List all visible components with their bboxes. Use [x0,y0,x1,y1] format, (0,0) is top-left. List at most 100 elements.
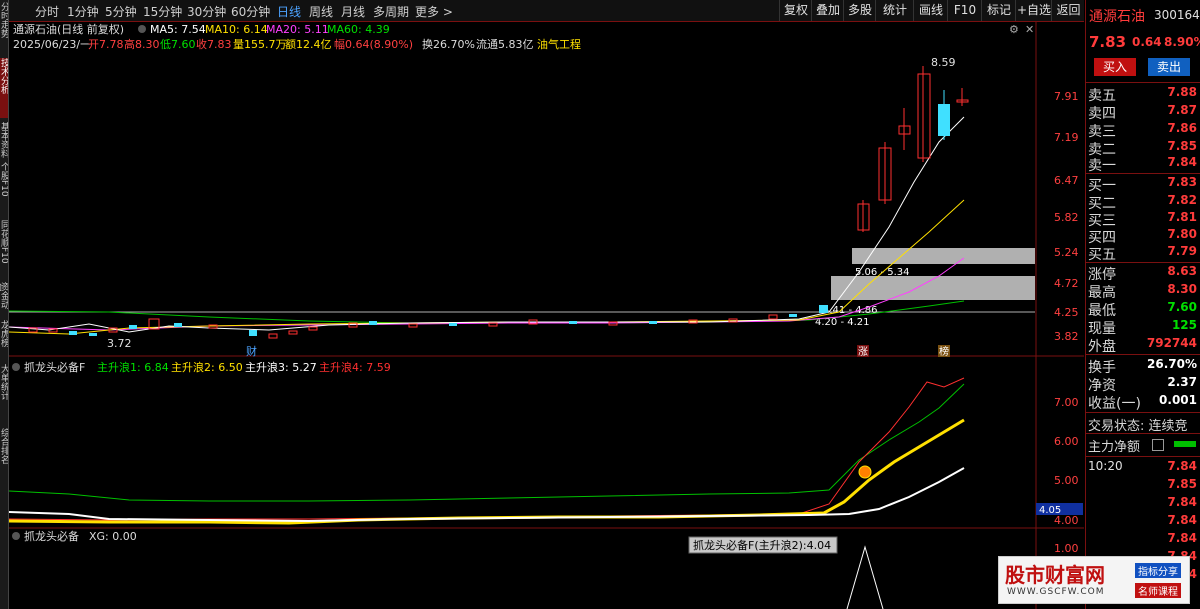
left-tab-strip: 分时走势 技术分析 基本资料 个股F10 同花顺F10 资金动向 龙虎榜 大单统… [0,0,9,609]
info-change: 幅0.64(8.90%) [334,38,413,51]
y-tick: 6.00 [1054,435,1079,448]
marker-cai[interactable]: 财 [246,344,257,358]
stat-row: 外盘 792744 [1088,336,1197,355]
period-15min[interactable]: 15分钟 [143,3,182,20]
y-tick: 7.91 [1054,90,1079,103]
tab-3[interactable]: 个股F10 [0,162,8,216]
info-open: 开7.78 [88,38,124,51]
stat-row: 涨停 8.63 [1088,264,1197,283]
ask-row: 卖三 7.86 [1088,121,1197,140]
tab-6[interactable]: 龙虎榜 [0,320,8,360]
period-30min[interactable]: 30分钟 [187,3,226,20]
y-tick: 7.19 [1054,131,1079,144]
marker-zhang[interactable]: 涨 [858,346,868,358]
tab-0[interactable]: 分时走势 [0,2,8,54]
buy-button[interactable]: 买入 [1094,58,1136,76]
watermark-logo: 股市财富网 WWW.GSCFW.COM 指标分享 名师课程 [998,556,1190,604]
info-low: 低7.60 [160,38,196,51]
y-tick: 7.00 [1054,396,1079,409]
stats-button[interactable]: 统计 [875,0,914,21]
draw-line-button[interactable]: 画线 [913,0,948,21]
period-monthly[interactable]: 月线 [341,3,365,20]
tab-2[interactable]: 基本资料 [0,122,8,158]
watermark-tag1: 指标分享 [1135,563,1181,578]
period-toolbar: 分时 1分钟 5分钟 15分钟 30分钟 60分钟 日线 周线 月线 多周期 更… [9,0,1084,22]
ind1-line-green [9,383,965,502]
back-button[interactable]: 返回 [1051,0,1085,21]
list-icon[interactable] [1152,439,1164,451]
f10-button[interactable]: F10 [947,0,982,21]
info-high: 高8.30 [124,37,160,51]
candles-rally [857,66,969,232]
info-close: 收7.83 [196,37,232,51]
period-fenshi[interactable]: 分时 [35,3,59,20]
high-label: 8.59 [931,56,956,69]
signal-dot-icon[interactable] [858,465,872,479]
quote-panel: 通源石油 300164 7.83 0.64 8.90% 买入 卖出 卖五7.88… [1085,0,1200,609]
sell-button[interactable]: 卖出 [1148,58,1190,76]
y-tick: 5.00 [1054,474,1079,487]
period-daily[interactable]: 日线 [277,3,301,20]
info-sector[interactable]: 油气工程 [537,37,581,51]
last-price: 7.83 [1089,33,1127,51]
ind2-toggle-icon[interactable] [12,532,20,540]
info-date: 2025/06/23/一 [13,38,91,51]
stock-code: 300164 [1154,8,1200,22]
price-change: 0.64 [1132,35,1162,49]
net-flow-bar [1174,441,1196,447]
ma20-label: MA20: 5.11 [266,23,329,36]
trade-state: 交易状态: 连续竞 [1088,419,1188,434]
mark-button[interactable]: 标记 [981,0,1016,21]
tab-7[interactable]: 大单统计 [0,364,8,424]
stat2-row: 净资 2.37 [1088,375,1197,394]
ind1-name: 抓龙头必备F [24,360,85,374]
ask-row: 卖一 7.84 [1088,155,1197,174]
stock-name: 通源石油 [1089,9,1145,25]
period-1min[interactable]: 1分钟 [67,3,99,20]
period-multi[interactable]: 多周期 [373,3,409,20]
bid-row: 买五 7.79 [1088,244,1197,263]
ind1-l3: 主升浪3: 5.27 [245,360,317,374]
settings-gear-icon[interactable]: ⚙ [1009,23,1019,36]
tab-5[interactable]: 资金动向 [0,282,8,316]
tick-row: 7.84 [1167,495,1197,509]
period-5min[interactable]: 5分钟 [105,3,137,20]
overlay-button[interactable]: 叠加 [811,0,844,21]
tick-row: 7.84 [1167,531,1197,545]
price-pct: 8.90% [1164,35,1200,49]
kline-chart-area[interactable]: 通源石油(日线 前复权) MA5: 7.54 MA10: 6.14 MA20: … [9,22,1084,609]
y-tick: 6.47 [1054,174,1079,187]
tick-row: 7.84 [1167,459,1197,473]
ind2-tooltip-text: 抓龙头必备F(主升浪2):4.04 [693,538,831,552]
tab-1[interactable]: 技术分析 [0,58,8,118]
period-weekly[interactable]: 周线 [309,3,333,20]
ma60-label: MA60: 4.39 [327,23,390,36]
fuquan-button[interactable]: 复权 [779,0,812,21]
main-chart-title: 通源石油(日线 前复权) [13,22,124,36]
y-tick: 4.72 [1054,277,1079,290]
tick-row: 7.85 [1167,477,1197,491]
tab-4[interactable]: 同花顺F10 [0,220,8,278]
marker-bang[interactable]: 榜 [939,345,949,358]
period-more[interactable]: 更多 > [415,3,453,20]
ind2-xg: XG: 0.00 [89,530,137,543]
ma-toggle-icon[interactable] [138,25,146,33]
period-60min[interactable]: 60分钟 [231,3,270,20]
bid-row: 买二 7.82 [1088,193,1197,212]
tab-8[interactable]: 综合排名 [0,428,8,488]
ind1-toggle-icon[interactable] [12,363,20,371]
ma5-label: MA5: 7.54 [150,23,206,36]
multi-stock-button[interactable]: 多股 [843,0,876,21]
ask-row: 卖四 7.87 [1088,103,1197,122]
stat2-row: 收益(一) 0.001 [1088,393,1197,412]
ind1-l4: 主升浪4: 7.59 [319,360,391,374]
bid-row: 买四 7.80 [1088,227,1197,246]
add-watchlist-button[interactable]: +自选 [1015,0,1052,21]
info-turnover: 换26.70% [422,37,475,51]
info-float: 流通5.83亿 [476,37,534,51]
ask-row: 卖五 7.88 [1088,85,1197,104]
stat-row: 最低 7.60 [1088,300,1197,319]
stat2-row: 换手 26.70% [1088,357,1197,376]
close-icon[interactable]: ✕ [1025,23,1034,36]
watermark-url: WWW.GSCFW.COM [1007,587,1105,597]
